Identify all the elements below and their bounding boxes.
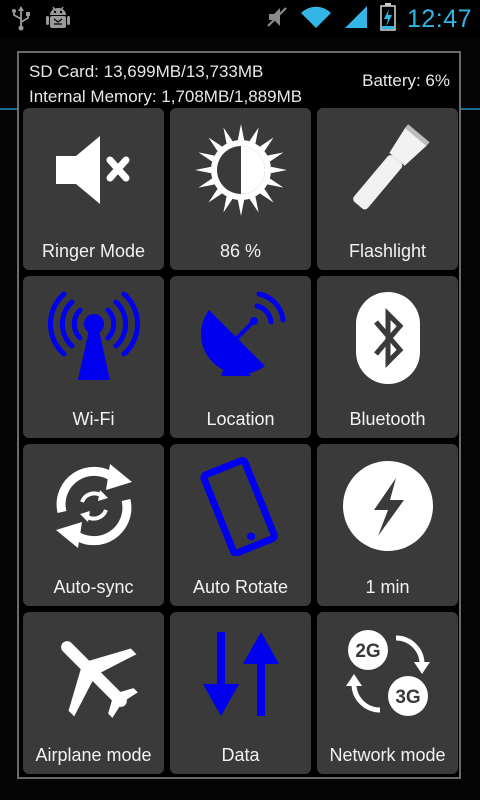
screen: 12:47 SD Card: 13,699MB/13,733MB Interna… (0, 0, 480, 800)
network-mode-icon: 2G 3G (317, 618, 458, 730)
tile-ringer-mode[interactable]: Ringer Mode (23, 108, 164, 270)
airplane-icon (23, 618, 164, 730)
screen-timeout-icon (317, 450, 458, 562)
android-debug-icon (44, 4, 72, 37)
background-divider (461, 108, 480, 110)
sun-ray (248, 127, 259, 144)
cellular-signal-icon (343, 4, 369, 35)
background-divider (0, 108, 17, 110)
tile-label: Auto Rotate (192, 577, 289, 597)
tile-auto-rotate[interactable]: Auto Rotate (170, 444, 311, 606)
tile-location[interactable]: Location (170, 276, 311, 438)
tile-label: Auto-sync (53, 577, 134, 597)
usb-icon (10, 5, 32, 36)
sun-ray (222, 127, 233, 144)
badge-3g: 3G (395, 687, 420, 708)
toggle-widget-panel: SD Card: 13,699MB/13,733MB Internal Memo… (17, 51, 461, 779)
tile-bluetooth[interactable]: Bluetooth (317, 276, 458, 438)
sd-card-usage: SD Card: 13,699MB/13,733MB (29, 62, 264, 81)
sun-ray (198, 178, 215, 188)
sun-ray (237, 199, 244, 216)
sun-ray (248, 196, 259, 213)
tile-label: Ringer Mode (41, 241, 146, 261)
rotate-phone-icon (170, 450, 311, 562)
brightness-icon (170, 114, 311, 226)
tile-auto-sync[interactable]: Auto-sync (23, 444, 164, 606)
data-arrows-icon (170, 618, 311, 730)
satellite-dish-icon (170, 282, 311, 394)
sun-ray (237, 124, 244, 141)
sun-ray (198, 152, 215, 162)
ringer-muted-icon (265, 4, 289, 35)
sun-ray (194, 166, 211, 174)
tile-flashlight[interactable]: Flashlight (317, 108, 458, 270)
tile-label: Wi-Fi (72, 409, 115, 429)
battery-charging-icon (379, 2, 397, 37)
tile-label: Bluetooth (349, 409, 426, 429)
toggle-grid: Ringer Mode 86 % Flashlight Wi-Fi Locati… (23, 108, 458, 774)
badge-2g: 2G (355, 641, 380, 662)
tile-label: Location (206, 409, 275, 429)
wifi-tower-icon (23, 282, 164, 394)
sun-ray (266, 178, 283, 188)
tile-label: 86 % (219, 241, 262, 261)
sync-icon (23, 450, 164, 562)
tile-wifi[interactable]: Wi-Fi (23, 276, 164, 438)
sun-ray (222, 196, 233, 213)
tile-airplane-mode[interactable]: Airplane mode (23, 612, 164, 774)
bluetooth-icon (317, 282, 458, 394)
battery-level: Battery: 6% (362, 71, 450, 90)
speaker-muted-icon (23, 114, 164, 226)
storage-info: SD Card: 13,699MB/13,733MB Internal Memo… (29, 59, 302, 109)
sun-ray (270, 166, 287, 174)
status-bar[interactable]: 12:47 (0, 0, 480, 38)
tile-label: Network mode (329, 745, 446, 765)
tile-label: Data (221, 745, 260, 765)
tile-network-mode[interactable]: 2G 3G Network mode (317, 612, 458, 774)
status-clock: 12:47 (406, 4, 472, 33)
flashlight-icon (317, 114, 458, 226)
tile-brightness[interactable]: 86 % (170, 108, 311, 270)
tile-label: 1 min (365, 577, 410, 597)
wifi-signal-icon (299, 4, 333, 35)
tile-screen-timeout[interactable]: 1 min (317, 444, 458, 606)
tile-label: Airplane mode (35, 745, 152, 765)
tile-mobile-data[interactable]: Data (170, 612, 311, 774)
internal-memory-usage: Internal Memory: 1,708MB/1,889MB (29, 87, 303, 106)
tile-label: Flashlight (348, 241, 427, 261)
sun-ray (266, 152, 283, 162)
